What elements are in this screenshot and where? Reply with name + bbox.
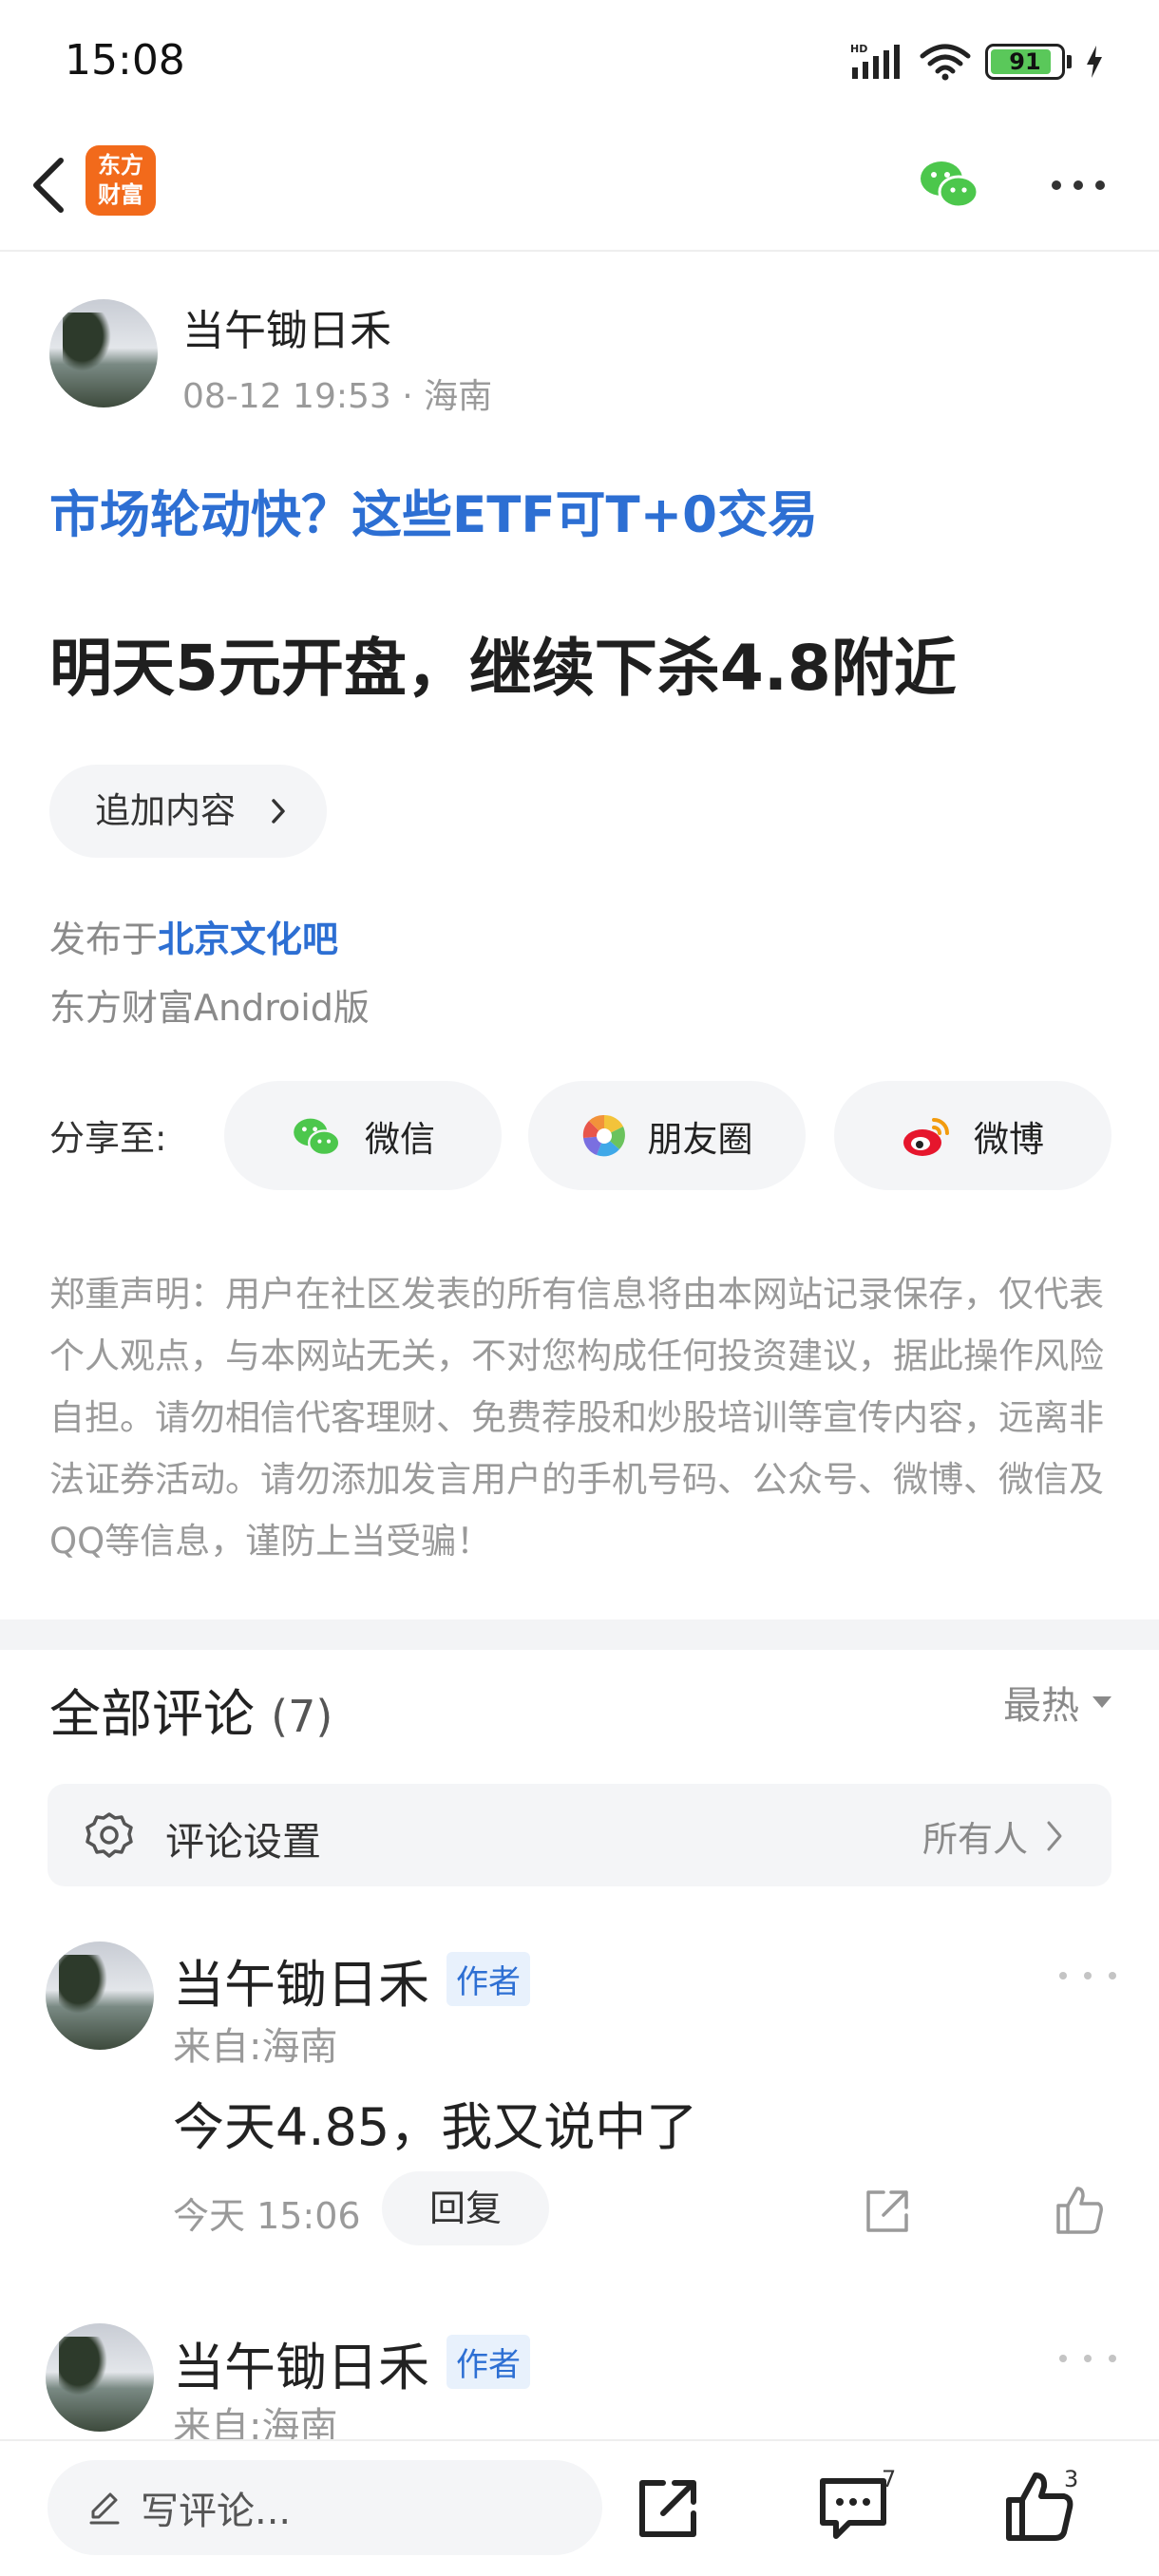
battery-icon: 91 xyxy=(985,44,1065,80)
post-time: 08-12 19:53 xyxy=(182,377,391,416)
chevron-right-icon xyxy=(1047,1821,1062,1851)
append-content-label: 追加内容 xyxy=(95,790,236,831)
top-nav-bar: 东方 财富 xyxy=(0,123,1159,252)
wechat-icon xyxy=(294,1118,341,1156)
share-wechat-label: 微信 xyxy=(365,1118,435,1160)
wechat-share-icon[interactable] xyxy=(917,152,983,218)
share-icon[interactable] xyxy=(631,2470,707,2546)
thumbs-up-icon[interactable] xyxy=(1054,2185,1106,2236)
logo-line-2: 财富 xyxy=(98,181,143,208)
client-info: 东方财富Android版 xyxy=(49,987,370,1029)
status-icons: HD 91 xyxy=(850,38,1104,85)
author-name[interactable]: 当午锄日禾 xyxy=(182,296,391,357)
status-bar: 15:08 HD 91 xyxy=(0,0,1159,123)
share-icon[interactable] xyxy=(863,2187,912,2236)
append-content-button[interactable]: 追加内容 xyxy=(49,765,327,858)
section-divider xyxy=(0,1619,1159,1650)
comment-settings-row[interactable]: 评论设置 所有人 xyxy=(48,1784,1112,1886)
author-badge: 作者 xyxy=(446,2335,530,2389)
logo-line-1: 东方 xyxy=(98,152,143,179)
commenter-avatar[interactable] xyxy=(46,1941,154,2050)
sort-label: 最热 xyxy=(1003,1684,1079,1728)
share-label: 分享至: xyxy=(49,1118,167,1159)
comments-title: 全部评论 xyxy=(49,1684,255,1744)
status-time: 15:08 xyxy=(65,36,185,85)
gear-icon xyxy=(86,1812,133,1858)
share-moments-label: 朋友圈 xyxy=(647,1118,753,1160)
board-link[interactable]: 北京文化吧 xyxy=(158,919,338,960)
chevron-right-icon xyxy=(272,799,285,824)
commenter-name[interactable]: 当午锄日禾 xyxy=(173,2325,429,2400)
bottom-action-bar: 写评论... 7 3 xyxy=(0,2439,1159,2576)
disclaimer-text: 郑重声明：用户在社区发表的所有信息将由本网站记录保存，仅代表个人观点，与本网站无… xyxy=(49,1274,1104,1562)
comment-more-icon[interactable] xyxy=(1059,1961,1116,1990)
moments-icon xyxy=(582,1114,625,1156)
comment-more-icon[interactable] xyxy=(1059,2344,1116,2373)
topic-link[interactable]: 市场轮动快？这些ETF可T+0交易 xyxy=(49,475,818,547)
author-avatar[interactable] xyxy=(49,299,158,407)
comments-count: (7) xyxy=(271,1691,333,1742)
post-title: 明天5元开盘，继续下杀4.8附近 xyxy=(49,632,957,705)
caret-down-icon xyxy=(1092,1696,1112,1708)
share-moments-button[interactable]: 朋友圈 xyxy=(528,1081,806,1190)
network-type-label: HD xyxy=(850,43,867,55)
post-location: 海南 xyxy=(424,377,493,416)
commenter-avatar[interactable] xyxy=(46,2323,154,2432)
comment-icon[interactable] xyxy=(815,2470,891,2546)
write-comment-placeholder: 写评论... xyxy=(141,2490,292,2533)
comment-settings-value: 所有人 xyxy=(922,1810,1064,1862)
post-meta: 08-12 19:53 · 海南 xyxy=(182,369,492,418)
comment-settings-label: 评论设置 xyxy=(165,1819,321,1865)
app-logo[interactable]: 东方 财富 xyxy=(86,145,156,216)
sort-dropdown[interactable]: 最热 xyxy=(1003,1675,1112,1730)
wifi-icon xyxy=(920,44,971,81)
comment-text: 今天4.85，我又说中了 xyxy=(173,2097,698,2157)
comment-count: 7 xyxy=(882,2466,897,2492)
like-count: 3 xyxy=(1064,2466,1079,2492)
battery-tip xyxy=(1067,55,1072,68)
reply-button[interactable]: 回复 xyxy=(382,2171,549,2245)
pencil-icon xyxy=(89,2492,120,2525)
published-in: 发布于北京文化吧 xyxy=(49,910,338,962)
share-weibo-button[interactable]: 微博 xyxy=(834,1081,1112,1190)
comment-location: 来自:海南 xyxy=(173,2025,338,2069)
comments-header: 全部评论 (7) xyxy=(49,1672,332,1747)
weibo-icon xyxy=(903,1117,949,1156)
author-badge: 作者 xyxy=(446,1952,530,2006)
back-icon[interactable] xyxy=(21,147,78,223)
more-options-icon[interactable] xyxy=(1045,161,1112,209)
battery-level: 91 xyxy=(1009,48,1041,75)
published-prefix: 发布于 xyxy=(49,919,159,960)
commenter-name[interactable]: 当午锄日禾 xyxy=(173,1942,429,2017)
write-comment-input[interactable]: 写评论... xyxy=(48,2460,602,2555)
meta-separator: · xyxy=(402,377,425,416)
comment-time: 今天 15:06 xyxy=(173,2195,361,2237)
share-wechat-button[interactable]: 微信 xyxy=(224,1081,502,1190)
screen: 15:08 HD 91 东方 财富 当午锄日禾 08-12 19:53 · 海南… xyxy=(0,0,1159,2576)
share-weibo-label: 微博 xyxy=(974,1118,1044,1160)
comment-settings-value-text: 所有人 xyxy=(922,1819,1028,1860)
signal-icon: HD xyxy=(850,43,900,79)
charging-icon xyxy=(1087,46,1102,78)
